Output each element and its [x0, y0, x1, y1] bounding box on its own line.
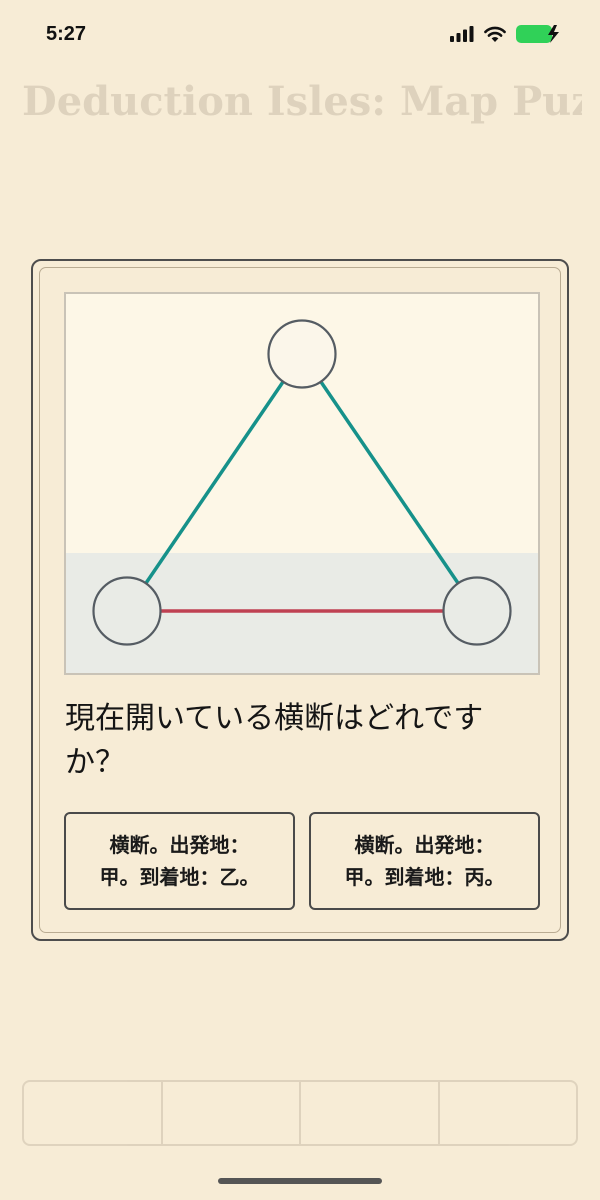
background-bottom-bar: [22, 1080, 578, 1146]
status-time: 5:27: [46, 22, 87, 45]
answer-button-1[interactable]: 横断。出発地： 甲。到着地：乙。: [64, 812, 295, 910]
map-diagram: [66, 294, 538, 673]
node-top[interactable]: [267, 319, 337, 389]
answer-options: 横断。出発地： 甲。到着地：乙。 横断。出発地： 甲。到着地：丙。: [64, 812, 540, 910]
signal-icon: [450, 26, 474, 42]
answer-button-2[interactable]: 横断。出発地： 甲。到着地：丙。: [309, 812, 540, 910]
wifi-icon: [484, 26, 506, 42]
status-bar: 5:27: [0, 0, 600, 68]
node-left[interactable]: [92, 576, 162, 646]
node-right[interactable]: [442, 576, 512, 646]
answer-1-line-1: 横断。出発地：: [109, 833, 250, 857]
answer-2-line-1: 横断。出発地：: [354, 833, 495, 857]
status-icons: [450, 24, 562, 44]
answer-2-line-2: 甲。到着地：丙。: [344, 865, 505, 889]
map-panel: [64, 292, 540, 675]
answer-1-line-2: 甲。到着地：乙。: [99, 865, 260, 889]
question-dialog: 現在開いている横断はどれですか？ 横断。出発地： 甲。到着地：乙。 横断。出発地…: [31, 259, 569, 941]
home-indicator[interactable]: [218, 1178, 382, 1184]
battery-charging-icon: [516, 25, 559, 43]
background-title: Deduction Isles: Map Puzzle: [22, 78, 582, 125]
question-text: 現在開いている横断はどれですか？: [65, 701, 484, 780]
